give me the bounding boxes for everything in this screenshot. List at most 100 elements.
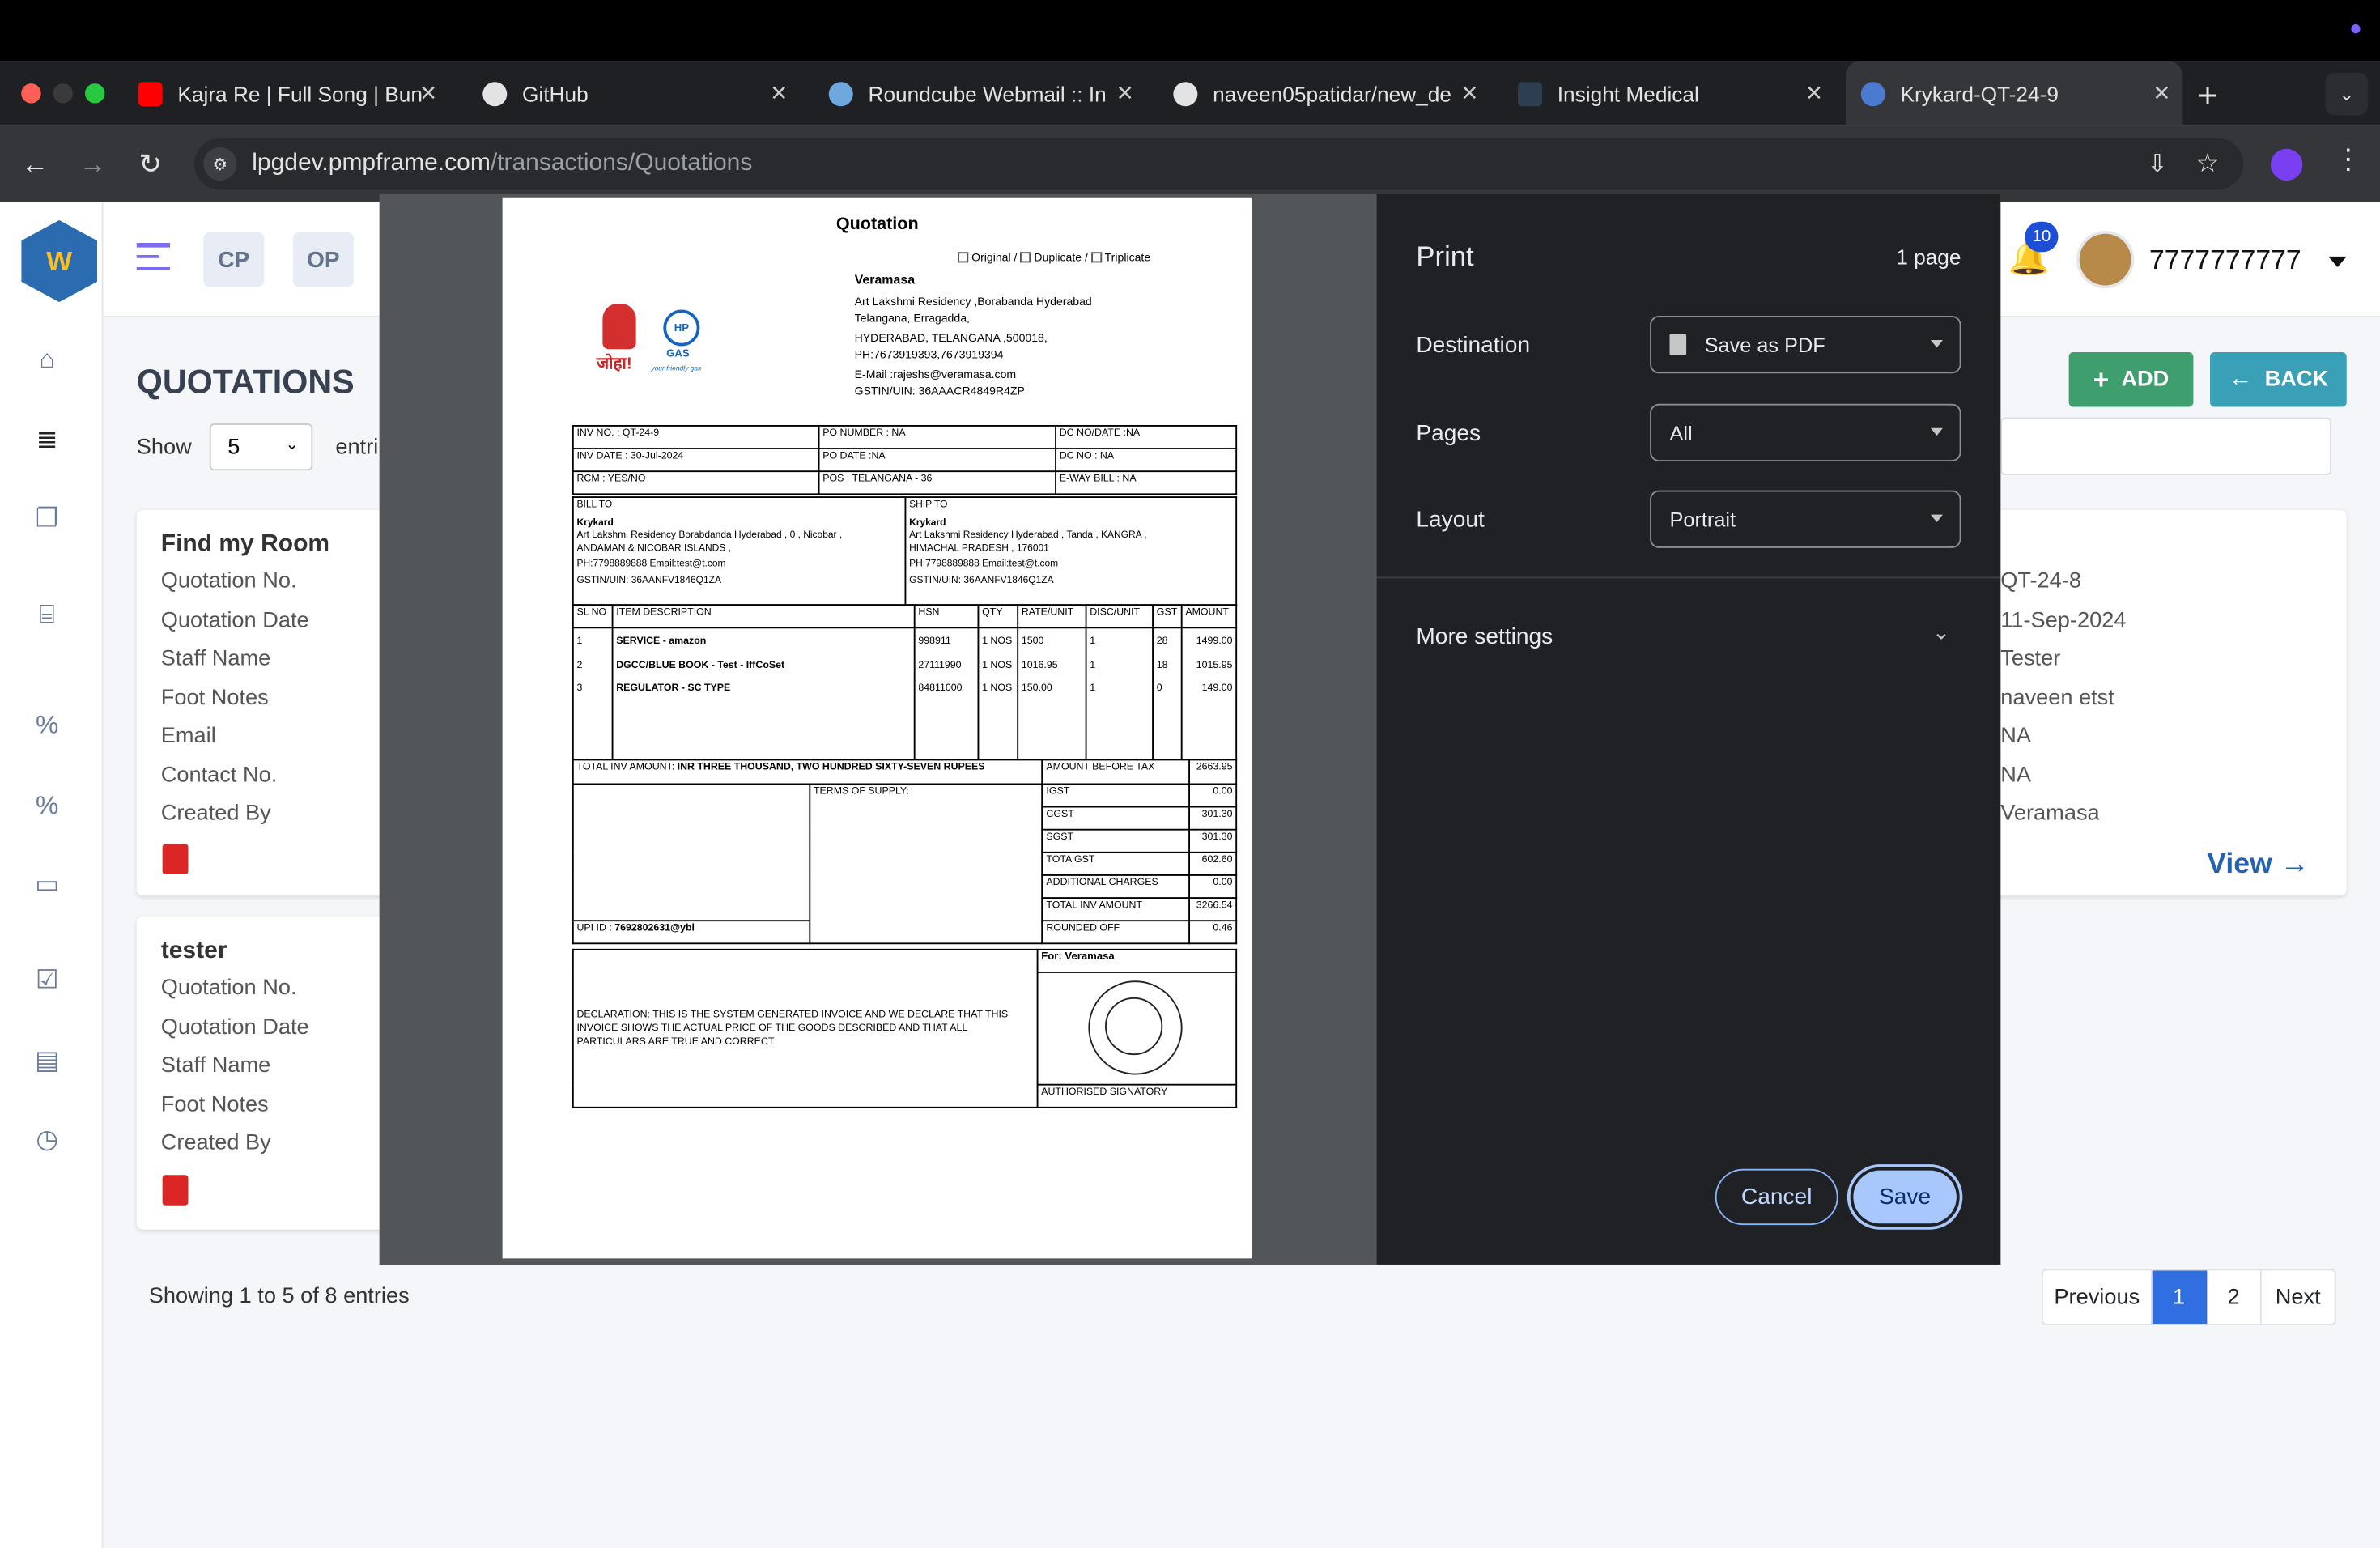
cancel-button[interactable]: Cancel: [1715, 1168, 1838, 1226]
invoice-page: Quotation Original / Duplicate / Triplic…: [502, 197, 1252, 1259]
close-tab-icon[interactable]: ✕: [770, 80, 788, 106]
browser-tab[interactable]: GitHub ✕: [469, 61, 800, 126]
entries-select[interactable]: 5 ⌄: [209, 423, 313, 471]
destination-select[interactable]: Save as PDF: [1650, 316, 1961, 374]
close-window-icon[interactable]: [21, 83, 41, 104]
percent-icon[interactable]: %: [31, 709, 64, 742]
close-tab-icon[interactable]: ✕: [1460, 80, 1478, 106]
field-value: naveen etst: [2000, 686, 2114, 711]
invoice-meta-table: INV NO. : QT-24-9 PO NUMBER : NA DC NO/DAT…: [572, 425, 1238, 495]
copy-checkboxes: Original / Duplicate / Triplicate: [958, 250, 1150, 264]
field-label: Contact No.: [160, 763, 278, 789]
discount-icon[interactable]: %: [31, 789, 64, 823]
field-label: Foot Notes: [160, 686, 269, 711]
gas-logo: GAS: [666, 349, 690, 360]
github-icon: [1173, 81, 1198, 106]
chevron-down-icon: [1931, 427, 1943, 436]
new-tab-button[interactable]: +: [2198, 76, 2217, 116]
next-page-button[interactable]: Next: [2262, 1270, 2335, 1324]
original-checkbox[interactable]: [958, 252, 969, 263]
install-app-icon[interactable]: ⇩: [2147, 149, 2167, 180]
book-icon[interactable]: ▭: [31, 869, 64, 902]
reload-icon[interactable]: ↻: [125, 126, 176, 202]
field-label: Created By: [160, 802, 271, 826]
field-label: Foot Notes: [160, 1093, 269, 1117]
browser-tab[interactable]: Kajra Re | Full Song | Bun ✕: [125, 61, 449, 126]
hamburger-menu-icon[interactable]: [136, 243, 170, 270]
close-tab-icon[interactable]: ✕: [2153, 80, 2170, 106]
logo-tagline: your friendly gas: [651, 364, 702, 372]
back-arrow-icon[interactable]: ←: [9, 126, 61, 202]
page-2-button[interactable]: 2: [2207, 1270, 2262, 1324]
url-path: /transactions/Quotations: [490, 150, 753, 176]
field-label: Quotation Date: [160, 1015, 309, 1040]
database-icon[interactable]: ≣: [31, 423, 64, 457]
browser-tab[interactable]: Insight Medical ✕: [1504, 61, 1835, 126]
ship-to: SHIP TO Krykard Art Lakshmi Residency Hy…: [904, 496, 1238, 606]
save-button[interactable]: Save: [1853, 1170, 1957, 1224]
close-tab-icon[interactable]: ✕: [1116, 80, 1134, 106]
home-icon[interactable]: ⌂: [31, 343, 64, 376]
chevron-down-icon: [1931, 514, 1943, 522]
card-title: Find my Room: [160, 531, 330, 558]
bookmark-star-icon[interactable]: ☆: [2196, 149, 2220, 180]
view-link[interactable]: View →: [2207, 848, 2309, 882]
site-info-icon[interactable]: ⚙: [203, 147, 237, 181]
browser-menu-icon[interactable]: ⋮: [2335, 144, 2362, 176]
address-bar-row: ← → ↻ ⚙ lpgdev.pmpframe.com/transactions…: [0, 125, 2380, 202]
search-input[interactable]: [2000, 417, 2331, 475]
pages-label: Pages: [1416, 420, 1481, 447]
copy-icon[interactable]: ❐: [31, 503, 64, 536]
op-button[interactable]: OP: [292, 232, 354, 287]
close-tab-icon[interactable]: ✕: [1805, 80, 1823, 106]
field-label: Created By: [160, 1130, 271, 1155]
field-label: Staff Name: [160, 1053, 271, 1078]
triplicate-checkbox[interactable]: [1090, 252, 1102, 263]
maximize-window-icon[interactable]: [85, 83, 105, 104]
trash-icon[interactable]: [162, 1175, 189, 1206]
pagination: Previous 1 2 Next: [2041, 1269, 2336, 1325]
table-row: 123 SERVICE - amazon DGCC/BLUE BOOK - Tes…: [572, 627, 1238, 759]
for-company: For: Veramasa: [1036, 948, 1238, 973]
browser-tab[interactable]: Roundcube Webmail :: In ✕: [815, 61, 1146, 126]
page-count: 1 page: [1896, 244, 1961, 269]
close-tab-icon[interactable]: ✕: [419, 80, 437, 106]
add-button[interactable]: + ADD: [2068, 352, 2194, 407]
forward-arrow-icon[interactable]: →: [67, 126, 119, 202]
pages-select[interactable]: All: [1650, 403, 1961, 461]
more-settings-toggle[interactable]: More settings: [1416, 624, 1553, 650]
showing-entries: Showing 1 to 5 of 8 entries: [148, 1284, 410, 1309]
summary-table: TOTAL INV AMOUNT: INR THREE THOUSAND, TW…: [572, 759, 1238, 945]
minimize-window-icon[interactable]: [53, 83, 73, 104]
duplicate-checkbox[interactable]: [1020, 252, 1031, 263]
save-button-focus-ring: Save: [1847, 1164, 1963, 1230]
clipboard-icon[interactable]: ▤: [31, 1044, 64, 1078]
bill-to: BILL TO Krykard Art Lakshmi Residency Bo…: [572, 496, 907, 606]
profile-avatar[interactable]: [2271, 148, 2303, 181]
cp-button[interactable]: CP: [203, 232, 265, 287]
back-button[interactable]: ← BACK: [2210, 352, 2347, 407]
print-dialog: Quotation Original / Duplicate / Triplic…: [379, 194, 2001, 1265]
bank-icon[interactable]: ⌸: [31, 598, 64, 632]
browser-tab-active[interactable]: Krykard-QT-24-9 ✕: [1846, 61, 2183, 126]
chevron-down-icon: [1931, 340, 1943, 348]
user-avatar[interactable]: [2076, 231, 2135, 289]
url-bar[interactable]: ⚙ lpgdev.pmpframe.com/transactions/Quota…: [194, 138, 2244, 190]
field-value: QT-24-8: [2000, 569, 2081, 594]
layout-select[interactable]: Portrait: [1650, 490, 1961, 548]
page-1-button[interactable]: 1: [2152, 1270, 2208, 1324]
chevron-down-icon[interactable]: ⌄: [1932, 619, 1950, 645]
browser-tab[interactable]: naveen05patidar/new_de ✕: [1160, 61, 1491, 126]
trash-icon[interactable]: [162, 844, 189, 874]
user-dropdown-icon[interactable]: [2328, 256, 2347, 267]
window-controls: [21, 83, 105, 104]
previous-page-button[interactable]: Previous: [2043, 1270, 2153, 1324]
user-name[interactable]: 7777777777: [2149, 245, 2301, 276]
field-value: NA: [2000, 763, 2032, 789]
field-value: Tester: [2000, 646, 2061, 671]
app-logo[interactable]: W: [21, 219, 97, 303]
insight-medical-icon: [1518, 81, 1542, 106]
tab-search-icon[interactable]: ⌄: [2325, 73, 2368, 116]
clock-icon[interactable]: ◷: [31, 1124, 64, 1157]
checklist-icon[interactable]: ☑: [31, 964, 64, 997]
